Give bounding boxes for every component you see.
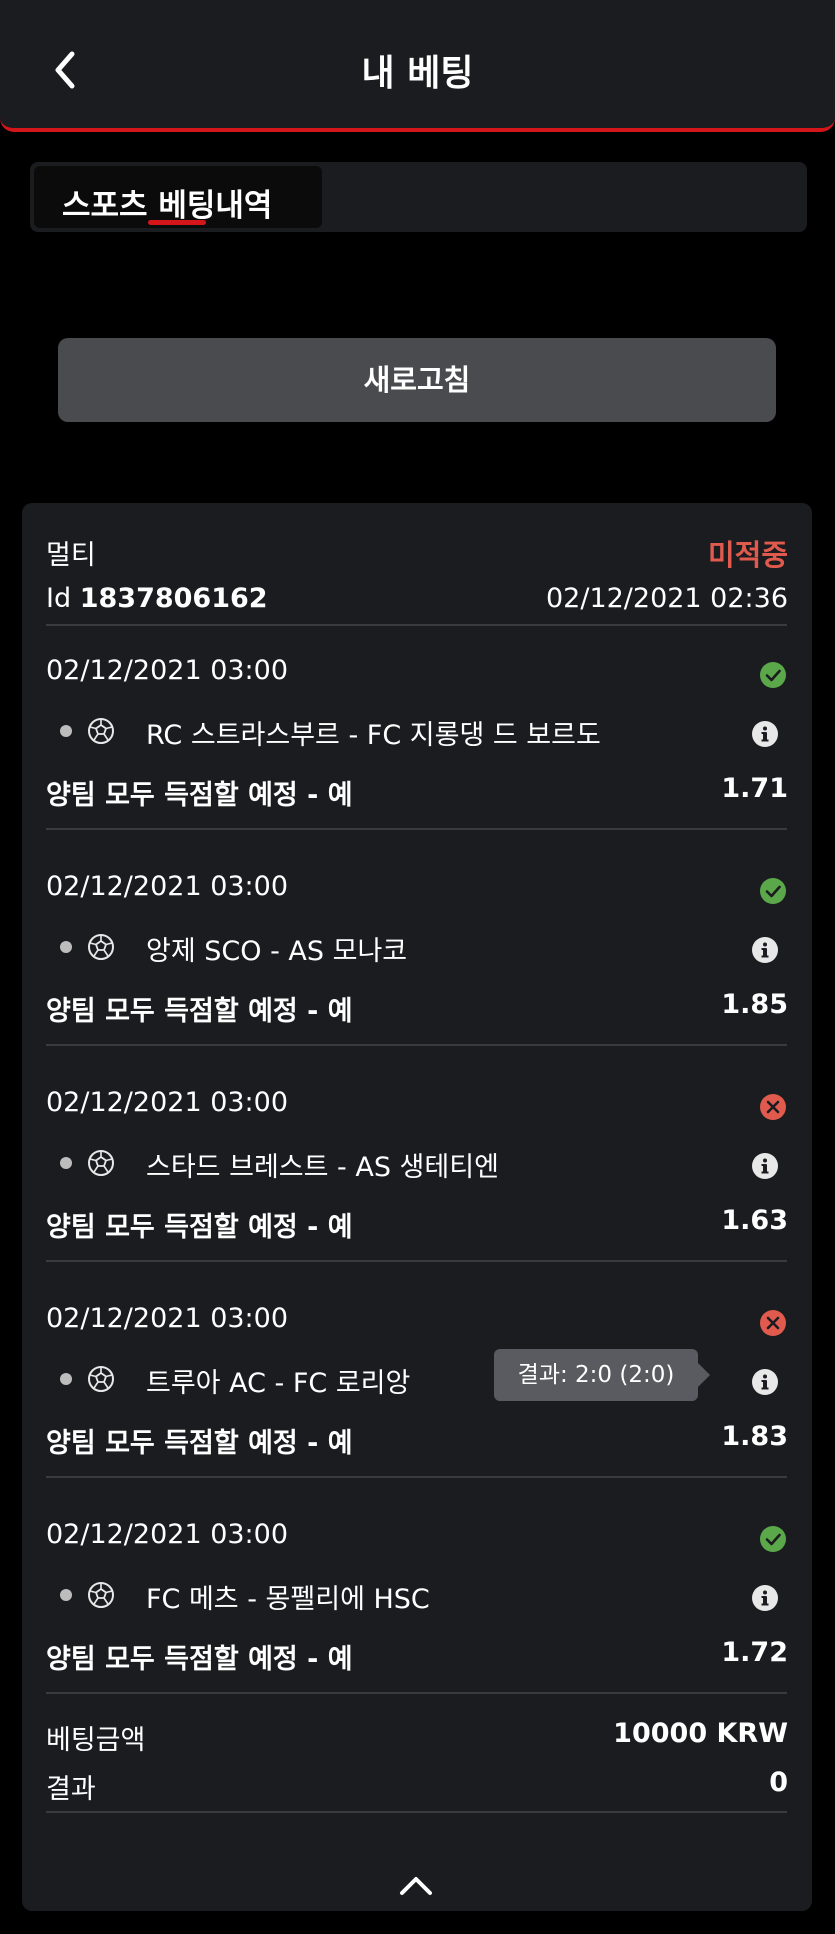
check-circle-icon [759, 661, 787, 689]
selection-datetime: 02/12/2021 03:00 [46, 871, 289, 902]
divider [46, 624, 787, 626]
check-circle-icon [759, 877, 787, 905]
soccer-ball-icon [86, 716, 116, 746]
divider [46, 1476, 787, 1478]
result-value: 0 [769, 1767, 788, 1798]
info-icon[interactable] [752, 1153, 778, 1179]
selection-match: 스타드 브레스트 - AS 생테티엔 [146, 1152, 499, 1183]
bullet-dot [60, 725, 72, 737]
tab-label: 스포츠 베팅내역 [62, 188, 273, 224]
selection-datetime: 02/12/2021 03:00 [46, 1303, 289, 1334]
selection-odds: 1.83 [721, 1421, 788, 1452]
refresh-button[interactable]: 새로고침 [58, 338, 776, 422]
info-icon[interactable] [752, 1369, 778, 1395]
selection-datetime: 02/12/2021 03:00 [46, 655, 289, 686]
divider [46, 1811, 787, 1813]
soccer-ball-icon [86, 1580, 116, 1610]
selection-market: 양팀 모두 득점할 예정 - 예 [46, 1212, 353, 1243]
x-circle-icon [759, 1309, 787, 1337]
bet-id-prefix: Id [46, 583, 72, 614]
x-circle-icon [759, 1093, 787, 1121]
bet-id: 1837806162 [79, 583, 268, 614]
info-icon[interactable] [752, 937, 778, 963]
bet-type: 멀티 [46, 540, 96, 571]
tab-sports-bet-history[interactable]: 스포츠 베팅내역 [34, 166, 322, 228]
selection-datetime: 02/12/2021 03:00 [46, 1519, 289, 1550]
bullet-dot [60, 941, 72, 953]
selection-market: 양팀 모두 득점할 예정 - 예 [46, 996, 353, 1027]
selection-match: 앙제 SCO - AS 모나코 [146, 936, 408, 967]
collapse-button[interactable] [396, 1871, 436, 1899]
selection-market: 양팀 모두 득점할 예정 - 예 [46, 1644, 353, 1675]
bullet-dot [60, 1373, 72, 1385]
app-header: 내 베팅 [0, 0, 835, 132]
check-circle-icon [759, 1525, 787, 1553]
selection-market: 양팀 모두 득점할 예정 - 예 [46, 1428, 353, 1459]
chevron-up-icon [400, 1877, 432, 1895]
selection-match: 트루아 AC - FC 로리앙 [146, 1368, 411, 1399]
result-label: 결과 [46, 1774, 96, 1805]
selection-odds: 1.63 [721, 1205, 788, 1236]
divider [46, 1044, 787, 1046]
tab-active-indicator [148, 220, 206, 225]
info-icon[interactable] [752, 1585, 778, 1611]
bullet-dot [60, 1589, 72, 1601]
selection-datetime: 02/12/2021 03:00 [46, 1087, 289, 1118]
divider [46, 828, 787, 830]
soccer-ball-icon [86, 1364, 116, 1394]
selection-odds: 1.85 [721, 989, 788, 1020]
result-tooltip: 결과: 2:0 (2:0) [494, 1349, 698, 1401]
selection-match: RC 스트라스부르 - FC 지롱댕 드 보르도 [146, 720, 601, 751]
tooltip-arrow [698, 1363, 710, 1387]
selection-match: FC 메츠 - 몽펠리에 HSC [146, 1584, 430, 1615]
bullet-dot [60, 1157, 72, 1169]
soccer-ball-icon [86, 932, 116, 962]
divider [46, 1260, 787, 1262]
selection-market: 양팀 모두 득점할 예정 - 예 [46, 780, 353, 811]
page-title: 내 베팅 [361, 53, 474, 94]
selection-odds: 1.71 [721, 773, 788, 804]
stake-label: 베팅금액 [46, 1725, 146, 1756]
bet-datetime: 02/12/2021 02:36 [545, 583, 788, 614]
divider [46, 1692, 787, 1694]
selection-odds: 1.72 [721, 1637, 788, 1668]
stake-value: 10000 KRW [613, 1718, 788, 1749]
soccer-ball-icon [86, 1148, 116, 1178]
info-icon[interactable] [752, 721, 778, 747]
bet-slip-card: 멀티 미적중 Id 1837806162 02/12/2021 02:36 베팅… [22, 503, 812, 1911]
bet-status-badge: 미적중 [707, 538, 788, 572]
tab-bar: 스포츠 베팅내역 [30, 162, 807, 232]
bet-id-row: Id 1837806162 [46, 583, 268, 614]
